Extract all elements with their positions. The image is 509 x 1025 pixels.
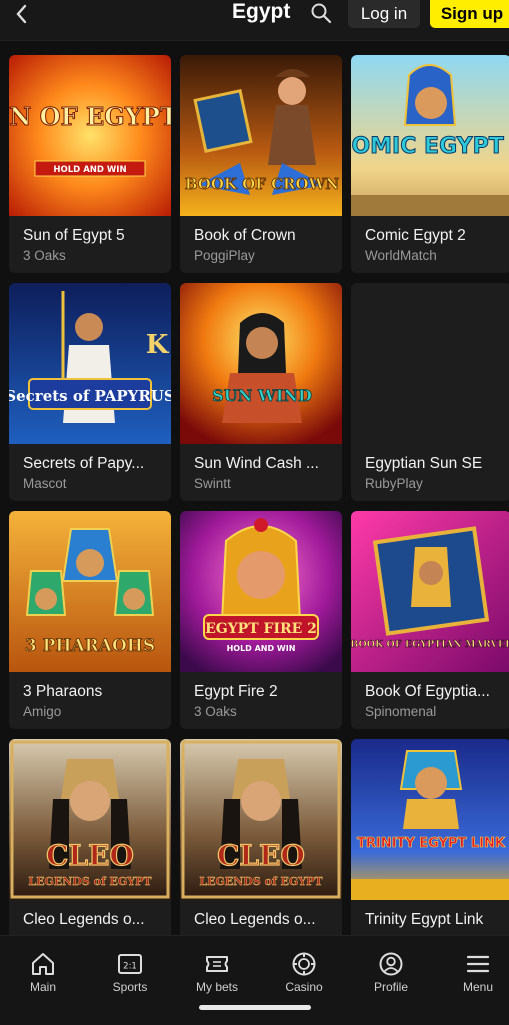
game-thumbnail[interactable]: 3 PHARAOHS: [9, 511, 171, 672]
hamburger-icon: [466, 955, 490, 973]
nav-label: Profile: [373, 980, 408, 994]
game-card[interactable]: CLEO LEGENDS of EGYPT Cleo Legends o...: [180, 739, 342, 935]
nav-label: Main: [29, 980, 56, 994]
game-art-title: SUN OF EGYPT 5: [9, 102, 171, 131]
game-provider: WorldMatch: [365, 248, 437, 263]
game-card[interactable]: Egyptian Sun SE RubyPlay: [351, 283, 509, 501]
nav-label: Sports: [112, 980, 148, 994]
nav-my-bets[interactable]: My bets: [177, 936, 257, 1006]
game-card[interactable]: TRINITY EGYPT LINK Trinity Egypt Link: [351, 739, 509, 935]
game-card[interactable]: COMIC EGYPT 2 Comic Egypt 2 WorldMatch: [351, 55, 509, 273]
game-thumbnail[interactable]: SUN WIND: [180, 283, 342, 444]
game-provider: Mascot: [23, 476, 67, 491]
search-icon: [311, 3, 332, 24]
nav-main[interactable]: Main: [3, 936, 83, 1006]
search-button[interactable]: [308, 0, 334, 26]
game-name: Book Of Egyptia...: [365, 683, 490, 700]
nav-sports[interactable]: 2:1 Sports: [90, 936, 170, 1006]
back-button[interactable]: [8, 0, 36, 28]
game-art-subtitle: HOLD AND WIN: [227, 644, 296, 653]
game-name: Secrets of Papy...: [23, 455, 145, 472]
game-name: Cleo Legends o...: [23, 911, 145, 928]
game-card[interactable]: K Secrets of PAPYRUS Secrets of Papy... …: [9, 283, 171, 501]
game-grid: SUN OF EGYPT 5 HOLD AND WIN Sun of Egypt…: [9, 55, 509, 935]
signup-button[interactable]: Sign up: [430, 0, 509, 28]
chevron-left-icon: [16, 4, 27, 24]
game-art-title: Secrets of PAPYRUS: [9, 387, 171, 405]
game-name: 3 Pharaons: [23, 683, 103, 700]
nav-label: My bets: [195, 980, 238, 994]
game-provider: Spinomenal: [365, 704, 437, 719]
game-card[interactable]: SUN OF EGYPT 5 HOLD AND WIN Sun of Egypt…: [9, 55, 171, 273]
game-card[interactable]: 3 PHARAOHS 3 Pharaons Amigo: [9, 511, 171, 729]
game-thumbnail[interactable]: BOOK OF EGYPTIAN MARVEL: [351, 511, 509, 672]
game-card[interactable]: EGYPT FIRE 2 HOLD AND WIN Egypt Fire 2 3…: [180, 511, 342, 729]
game-provider: Swintt: [194, 476, 231, 491]
profile-icon: [379, 952, 403, 976]
game-card[interactable]: CLEO LEGENDS of EGYPT Cleo Legends o...: [9, 739, 171, 935]
game-card[interactable]: BOOK OF EGYPTIAN MARVEL Book Of Egyptia.…: [351, 511, 509, 729]
game-provider: PoggiPlay: [194, 248, 255, 263]
nav-profile[interactable]: Profile: [351, 936, 431, 1006]
game-thumbnail[interactable]: TRINITY EGYPT LINK: [351, 739, 509, 900]
scoreboard-icon: 2:1: [118, 954, 142, 974]
nav-label: Casino: [285, 980, 323, 994]
game-card[interactable]: BOOK OF CROWN Book of Crown PoggiPlay: [180, 55, 342, 273]
chip-icon: [292, 952, 316, 976]
game-thumbnail[interactable]: COMIC EGYPT 2: [351, 55, 509, 216]
game-provider: 3 Oaks: [23, 248, 66, 263]
game-thumbnail[interactable]: BOOK OF CROWN: [180, 55, 342, 216]
game-card[interactable]: SUN WIND Sun Wind Cash ... Swintt: [180, 283, 342, 501]
home-icon: [32, 953, 54, 975]
page-title: Egypt: [232, 0, 291, 23]
game-name: Egyptian Sun SE: [365, 455, 483, 472]
game-art-subtitle: HOLD AND WIN: [53, 165, 126, 175]
game-art-title: CLEO: [46, 839, 134, 872]
game-name: Trinity Egypt Link: [365, 911, 484, 928]
svg-text:K: K: [146, 330, 170, 360]
game-provider: Amigo: [23, 704, 62, 719]
bottom-nav: Main 2:1 Sports My bets Casino Profile M…: [0, 935, 509, 1025]
game-name: Book of Crown: [194, 227, 296, 244]
game-name: Egypt Fire 2: [194, 683, 278, 700]
game-art-title: CLEO: [217, 839, 305, 872]
game-name: Sun of Egypt 5: [23, 227, 125, 244]
game-provider: RubyPlay: [365, 476, 423, 491]
login-button[interactable]: Log in: [348, 0, 420, 28]
game-art-subtitle: LEGENDS of EGYPT: [199, 875, 323, 888]
game-thumbnail[interactable]: K Secrets of PAPYRUS: [9, 283, 171, 444]
game-thumbnail[interactable]: CLEO LEGENDS of EGYPT: [180, 739, 342, 900]
game-art-title: BOOK OF CROWN: [185, 175, 340, 193]
nav-casino[interactable]: Casino: [264, 936, 344, 1006]
game-thumbnail[interactable]: SUN OF EGYPT 5 HOLD AND WIN: [9, 55, 171, 216]
game-name: Cleo Legends o...: [194, 911, 316, 928]
game-art-title: 3 PHARAOHS: [25, 636, 155, 656]
game-thumbnail[interactable]: [351, 283, 509, 444]
game-art-title: SUN WIND: [212, 386, 312, 405]
game-art-subtitle: LEGENDS of EGYPT: [28, 875, 152, 888]
game-name: Comic Egypt 2: [365, 227, 466, 244]
nav-menu[interactable]: Menu: [438, 936, 509, 1006]
ticket-icon: [206, 956, 228, 972]
game-name: Sun Wind Cash ...: [194, 455, 319, 472]
top-bar: Egypt Log in Sign up: [0, 0, 509, 41]
game-art-title: TRINITY EGYPT LINK: [357, 836, 506, 851]
game-thumbnail[interactable]: EGYPT FIRE 2 HOLD AND WIN: [180, 511, 342, 672]
game-art-title: BOOK OF EGYPTIAN MARVEL: [351, 639, 509, 650]
home-indicator[interactable]: [199, 1005, 311, 1010]
game-provider: 3 Oaks: [194, 704, 237, 719]
game-art-title: EGYPT FIRE 2: [205, 621, 317, 637]
game-art-title: COMIC EGYPT 2: [351, 134, 509, 159]
nav-label: Menu: [462, 980, 494, 994]
game-thumbnail[interactable]: CLEO LEGENDS of EGYPT: [9, 739, 171, 900]
svg-text:2:1: 2:1: [123, 962, 137, 972]
